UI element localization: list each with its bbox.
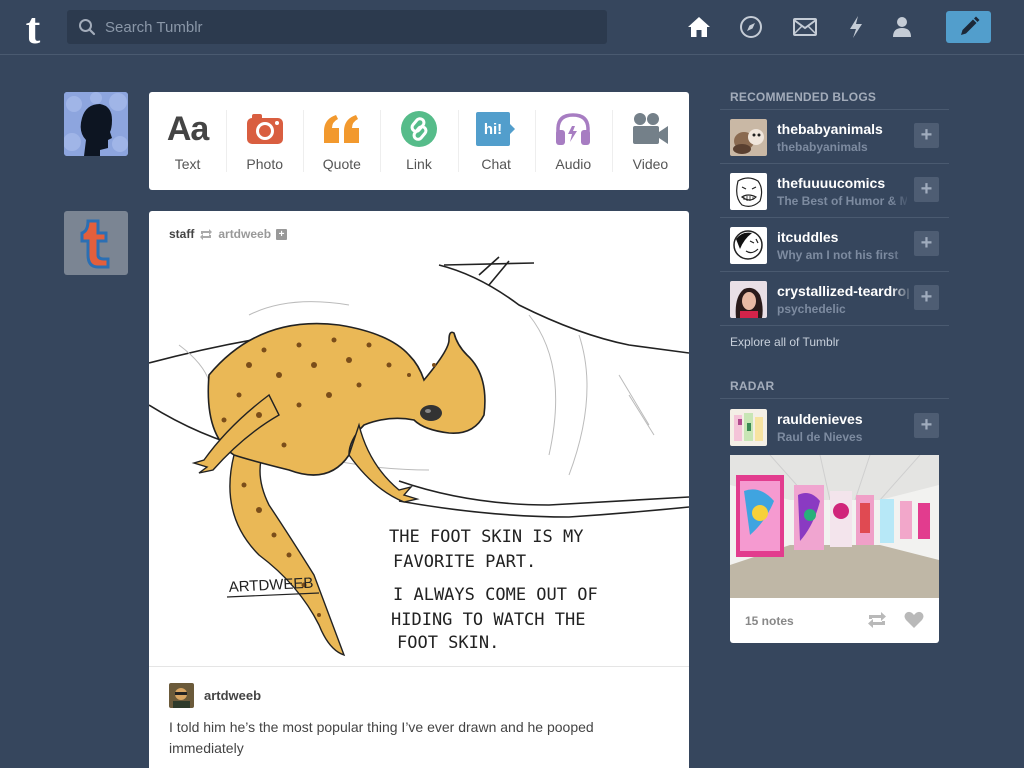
post-artwork-gecko[interactable]: ARTDWEEB THE FOOT SKIN IS MY FAVORITE PA… bbox=[149, 255, 689, 665]
post-type-label: Text bbox=[174, 156, 201, 172]
follow-plus-button[interactable]: + bbox=[914, 231, 939, 256]
caption-author: artdweeb bbox=[169, 683, 261, 708]
sidebar-divider bbox=[720, 398, 949, 399]
compose-button[interactable] bbox=[946, 11, 991, 43]
chat-bubble-icon: hi! bbox=[476, 112, 516, 146]
radar-post-photo[interactable] bbox=[730, 455, 939, 598]
top-navigation-bar: t bbox=[0, 0, 1024, 55]
quote-icon bbox=[323, 115, 359, 143]
radar-blog[interactable]: rauldenieves Raul de Nieves + bbox=[720, 400, 949, 454]
post-type-video[interactable]: Video bbox=[611, 92, 689, 190]
post-type-label: Link bbox=[406, 156, 432, 172]
compose-pencil-icon bbox=[960, 16, 979, 35]
text-fade bbox=[890, 226, 912, 266]
radar-post-card: 15 notes bbox=[730, 455, 939, 643]
text-fade bbox=[890, 118, 912, 158]
search-icon bbox=[79, 19, 96, 36]
follow-plus-button[interactable]: + bbox=[914, 413, 939, 438]
staff-avatar[interactable] bbox=[64, 211, 128, 275]
link-icon bbox=[400, 111, 437, 147]
text-aa-icon: Aa bbox=[166, 109, 209, 148]
follow-plus-button[interactable]: + bbox=[914, 285, 939, 310]
recommended-blog-item[interactable]: thebabyanimals thebabyanimals + bbox=[720, 110, 949, 164]
home-icon[interactable] bbox=[686, 14, 712, 40]
blog-avatar bbox=[730, 281, 767, 318]
explore-compass-icon[interactable] bbox=[738, 14, 764, 40]
blog-subtitle: psychedelic bbox=[777, 302, 846, 316]
activity-lightning-icon[interactable] bbox=[843, 14, 869, 40]
post-type-quote[interactable]: Quote bbox=[303, 92, 380, 190]
artwork-text-line: FOOT SKIN. bbox=[397, 633, 499, 653]
blog-avatar bbox=[730, 119, 767, 156]
video-camera-icon bbox=[633, 113, 669, 144]
caption-author-avatar[interactable] bbox=[169, 683, 194, 708]
post-divider bbox=[149, 666, 689, 667]
recommended-blogs-title: RECOMMENDED BLOGS bbox=[730, 90, 877, 104]
blog-subtitle: The Best of Humor & Memes bbox=[777, 194, 907, 208]
recommended-blog-item[interactable]: itcuddles Why am I not his first + bbox=[720, 218, 949, 272]
post-type-chat[interactable]: hi! Chat bbox=[457, 92, 535, 190]
post-header: staff artdweeb + bbox=[169, 227, 288, 241]
post-caption: I told him he’s the most popular thing I… bbox=[169, 719, 594, 756]
follow-plus-button[interactable]: + bbox=[914, 123, 939, 148]
search-input[interactable] bbox=[105, 10, 595, 44]
post-type-link[interactable]: Link bbox=[380, 92, 457, 190]
post-type-label: Audio bbox=[555, 156, 592, 172]
artwork-text-line: FAVORITE PART. bbox=[393, 552, 536, 572]
explore-all-link[interactable]: Explore all of Tumblr bbox=[730, 335, 839, 349]
notes-count[interactable]: 15 notes bbox=[745, 614, 794, 628]
inbox-envelope-icon[interactable] bbox=[792, 14, 818, 40]
reblog-icon bbox=[200, 228, 213, 240]
blog-subtitle: thebabyanimals bbox=[777, 140, 868, 154]
recommended-blog-item[interactable]: thefuuuucomics The Best of Humor & Memes… bbox=[720, 164, 949, 218]
blog-name: rauldenieves bbox=[777, 411, 863, 427]
tumblr-logo[interactable]: t bbox=[17, 4, 49, 53]
blog-avatar bbox=[730, 173, 767, 210]
radar-title: RADAR bbox=[730, 379, 775, 393]
blog-avatar bbox=[730, 227, 767, 264]
account-person-icon[interactable] bbox=[889, 14, 915, 40]
blog-avatar bbox=[730, 409, 767, 446]
user-avatar[interactable] bbox=[64, 92, 128, 156]
poster-username[interactable]: staff bbox=[169, 227, 194, 241]
artwork-text-line: HIDING TO WATCH THE bbox=[391, 610, 585, 630]
artwork-text-line: THE FOOT SKIN IS MY bbox=[389, 527, 583, 547]
tumblr-logo-letter: t bbox=[26, 8, 41, 48]
post-type-photo[interactable]: Photo bbox=[226, 92, 303, 190]
post-type-label: Chat bbox=[481, 156, 511, 172]
post-type-label: Photo bbox=[246, 156, 283, 172]
recommended-blog-item[interactable]: crystallized-teardrops psychedelic + bbox=[720, 272, 949, 326]
text-fade bbox=[890, 172, 912, 212]
blog-subtitle: Raul de Nieves bbox=[777, 430, 863, 444]
camera-icon bbox=[246, 114, 283, 144]
blog-subtitle: Why am I not his first bbox=[777, 248, 899, 262]
post-type-label: Quote bbox=[322, 156, 361, 172]
follow-plus-button[interactable]: + bbox=[914, 177, 939, 202]
post-type-audio[interactable]: Audio bbox=[534, 92, 612, 190]
text-fade bbox=[890, 280, 912, 320]
reblog-icon[interactable] bbox=[866, 611, 888, 629]
dashboard-post: staff artdweeb + ARTDWEEB THE FOOT SKIN … bbox=[149, 211, 689, 768]
search-bar bbox=[67, 10, 607, 44]
reblogged-from-username[interactable]: artdweeb bbox=[218, 227, 271, 241]
post-type-label: Video bbox=[632, 156, 669, 172]
follow-plus-icon[interactable]: + bbox=[276, 228, 288, 240]
post-type-text[interactable]: Aa Text bbox=[149, 92, 226, 190]
like-heart-icon[interactable] bbox=[904, 611, 924, 629]
headphones-icon bbox=[556, 113, 591, 145]
post-type-bar: Aa Text Photo Quote Link hi! Chat Audio … bbox=[149, 92, 689, 190]
chat-icon-text: hi! bbox=[484, 121, 502, 138]
artwork-text-line: I ALWAYS COME OUT OF bbox=[393, 585, 598, 605]
caption-author-username[interactable]: artdweeb bbox=[204, 688, 261, 703]
